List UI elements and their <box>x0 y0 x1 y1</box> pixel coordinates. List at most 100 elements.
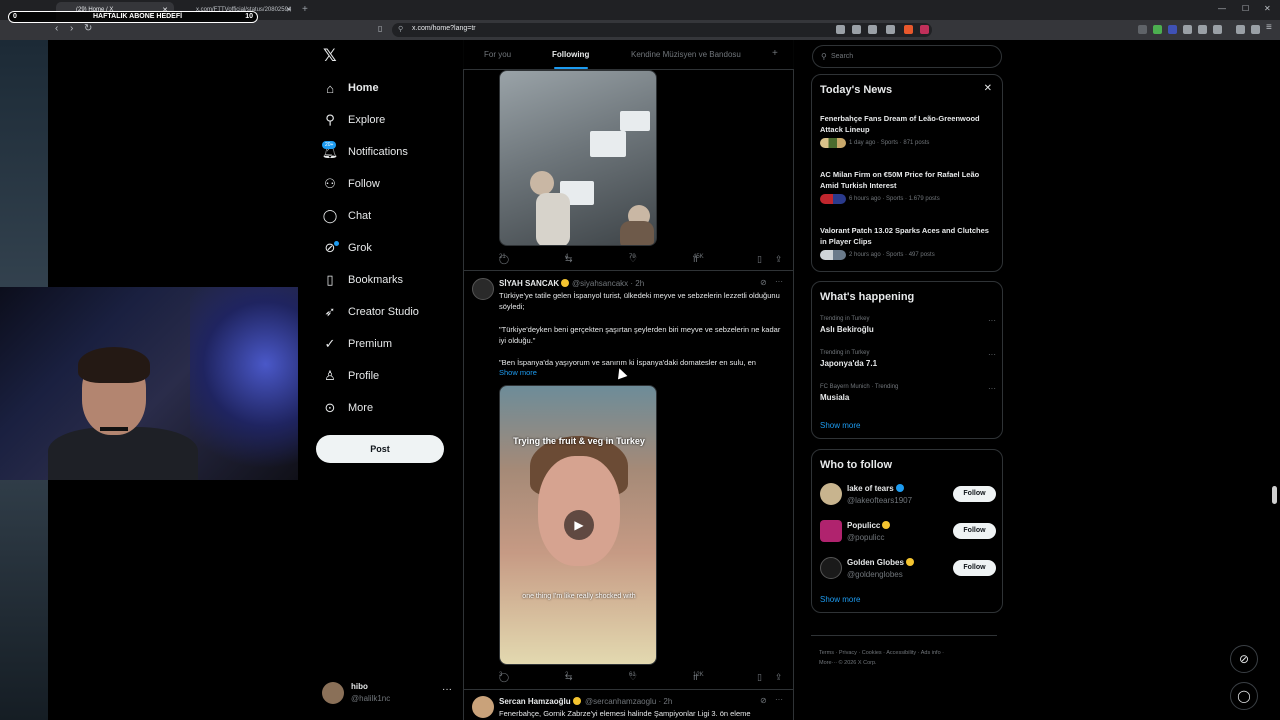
account-switcher[interactable]: hibo @halilk1nc ··· <box>322 680 454 708</box>
footer-line[interactable]: More··· © 2026 X Corp. <box>819 658 999 668</box>
tweet-author[interactable]: SİYAH SANCAK <box>499 279 570 288</box>
tweet-author[interactable]: Sercan Hamzaoğlu <box>499 697 581 706</box>
more-icon[interactable]: ··· <box>988 350 996 359</box>
card-title: Today's News <box>820 84 893 96</box>
card-title: Who to follow <box>820 459 893 471</box>
tab-following[interactable]: Following <box>552 50 589 59</box>
x-logo-icon[interactable]: 𝕏 <box>323 46 337 66</box>
rewards-icon[interactable] <box>920 25 929 34</box>
close-icon[interactable]: ✕ <box>286 6 292 14</box>
new-tab-icon[interactable]: + <box>302 4 308 15</box>
maximize-icon[interactable]: ☐ <box>1242 4 1249 13</box>
avatar[interactable] <box>472 696 494 718</box>
close-icon[interactable]: ✕ <box>984 83 992 94</box>
avatar[interactable] <box>472 278 494 300</box>
more-icon[interactable]: ··· <box>775 695 783 704</box>
post-button[interactable]: Post <box>316 435 444 463</box>
news-item[interactable]: Valorant Patch 13.02 Sparks Aces and Clu… <box>820 225 996 260</box>
avatar <box>820 194 846 204</box>
tweet-text: "Türkiye'deyken beni gerçekten şaşırtan … <box>499 325 781 345</box>
tab-list[interactable]: Kendine Müzisyen ve Bandosu <box>631 50 741 59</box>
show-more-link[interactable]: Show more <box>820 595 860 604</box>
nav-home-label: Home <box>348 82 379 94</box>
nav-premium[interactable]: ✓ Premium <box>322 333 392 355</box>
follow-button[interactable]: Follow <box>953 523 996 539</box>
follow-suggestion[interactable]: Golden Globes @goldenglobes Follow <box>820 556 996 582</box>
add-tab-icon[interactable]: + <box>772 48 778 59</box>
suggestion-name: Populicc <box>847 521 891 530</box>
tweet-video[interactable]: Trying the fruit & veg in Turkey one thi… <box>499 385 657 665</box>
address-bar[interactable]: ⚲ x.com/home?lang=tr <box>392 23 932 37</box>
window-close-icon[interactable]: ✕ <box>1264 4 1271 13</box>
grok-icon[interactable]: ⊘ <box>760 278 767 287</box>
more-icon[interactable]: ··· <box>442 684 452 695</box>
chat-icon: ◯ <box>322 208 338 223</box>
chat-icon[interactable]: ◯ <box>1230 682 1258 710</box>
grok-icon[interactable]: ⊘ <box>760 696 767 705</box>
extension-icon[interactable] <box>1138 25 1147 34</box>
follow-button[interactable]: Follow <box>953 560 996 576</box>
news-item[interactable]: Fenerbahçe Fans Dream of Leão-Greenwood … <box>820 113 996 148</box>
trend-item[interactable]: FC Bayern Munich · Trending Musiala ··· <box>820 384 996 402</box>
notifications-badge: 20+ <box>322 141 337 149</box>
media-icon[interactable] <box>1236 25 1245 34</box>
tweet-handle[interactable]: @siyahsancakx · 2h <box>572 279 644 288</box>
forward-icon[interactable]: › <box>70 23 73 34</box>
search-input[interactable]: ⚲ Search <box>812 45 1002 68</box>
nav-more[interactable]: ⊙ More <box>322 397 374 419</box>
more-icon[interactable]: ··· <box>988 384 996 393</box>
follow-button[interactable]: Follow <box>953 486 996 502</box>
minimize-icon[interactable]: — <box>1218 4 1226 13</box>
footer-line[interactable]: Terms · Privacy · Cookies · Accessibilit… <box>819 648 999 658</box>
news-headline: AC Milan Firm on €50M Price for Rafael L… <box>820 170 980 190</box>
extensions-puzzle-icon[interactable] <box>1198 25 1207 34</box>
nav-creator-studio[interactable]: ➶ Creator Studio <box>322 301 419 323</box>
show-more-link[interactable]: Show more <box>820 421 860 430</box>
more-icon[interactable]: ··· <box>775 277 783 286</box>
follow-suggestion[interactable]: Populicc @populicc Follow <box>820 519 996 545</box>
share-icon[interactable] <box>886 25 895 34</box>
extension-icon[interactable] <box>852 25 861 34</box>
nav-explore[interactable]: ⚲ Explore <box>322 109 385 131</box>
suggestion-name: lake of tears <box>847 484 904 493</box>
verified-icon <box>572 697 581 705</box>
bookmark-page-icon[interactable]: ▯ <box>378 24 382 33</box>
sidebar-icon[interactable] <box>1213 25 1222 34</box>
more-icon[interactable]: ··· <box>988 316 996 325</box>
trend-item[interactable]: Trending in Turkey Japonya'da 7.1 ··· <box>820 350 996 368</box>
grok-icon[interactable]: ⊘ <box>1230 645 1258 673</box>
address-bar-url: x.com/home?lang=tr <box>412 25 476 32</box>
extension-icon[interactable] <box>1183 25 1192 34</box>
tweet-image[interactable] <box>499 70 657 246</box>
add-user-icon: ⚇ <box>324 176 336 191</box>
follow-suggestion[interactable]: lake of tears @lakeoftears1907 Follow <box>820 482 996 508</box>
brave-shield-icon[interactable] <box>904 25 913 34</box>
browser-toolbar: ‹ › ↻ ▯ ⚲ x.com/home?lang=tr ≡ <box>0 20 1280 40</box>
scrollbar[interactable] <box>1272 486 1277 504</box>
nav-profile[interactable]: ♙ Profile <box>322 365 379 387</box>
nav-follow[interactable]: ⚇ Follow <box>322 173 380 195</box>
play-icon[interactable]: ▶ <box>564 510 594 540</box>
trend-item[interactable]: Trending in Turkey Aslı Bekiroğlu ··· <box>820 316 996 334</box>
side-panel-icon[interactable] <box>1251 25 1260 34</box>
show-more-link[interactable]: Show more <box>499 368 537 377</box>
nav-notifications[interactable]: 🔔︎ 20+ Notifications <box>322 141 408 163</box>
zoom-icon[interactable] <box>868 25 877 34</box>
goal-current: 0 <box>13 13 17 20</box>
nav-bookmarks[interactable]: ▯ Bookmarks <box>322 269 403 291</box>
tab-for-you[interactable]: For you <box>484 50 511 59</box>
back-icon[interactable]: ‹ <box>55 23 58 34</box>
news-item[interactable]: AC Milan Firm on €50M Price for Rafael L… <box>820 169 996 204</box>
menu-icon[interactable]: ≡ <box>1266 22 1272 33</box>
extension-icon[interactable] <box>1168 25 1177 34</box>
extension-icon[interactable] <box>836 25 845 34</box>
tweet-handle[interactable]: @sercanhamzaoglu · 2h <box>585 697 672 706</box>
nav-grok[interactable]: ⊘ Grok <box>322 237 372 259</box>
avatar <box>820 483 842 505</box>
reload-icon[interactable]: ↻ <box>84 23 92 34</box>
nav-home[interactable]: ⌂ Home <box>322 77 379 99</box>
nav-chat[interactable]: ◯ Chat <box>322 205 372 227</box>
news-headline: Fenerbahçe Fans Dream of Leão-Greenwood … <box>820 114 980 134</box>
extension-icon[interactable] <box>1153 25 1162 34</box>
site-info-icon[interactable]: ⚲ <box>398 25 403 33</box>
